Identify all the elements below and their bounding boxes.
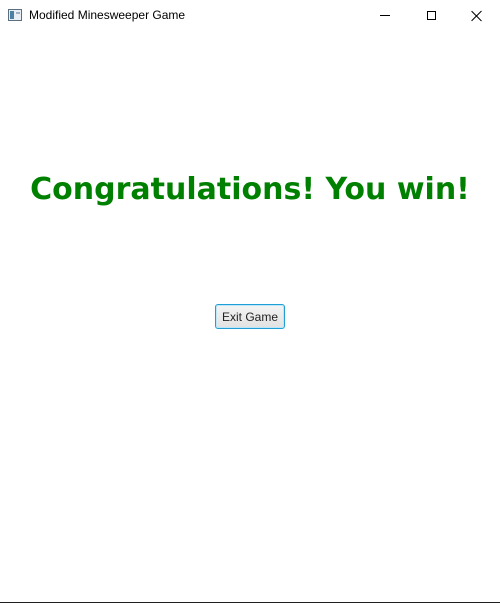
- close-icon: [471, 10, 483, 22]
- window-title: Modified Minesweeper Game: [29, 8, 186, 22]
- maximize-icon: [426, 11, 436, 20]
- app-window-icon: [8, 9, 22, 21]
- minimize-button[interactable]: [362, 0, 408, 31]
- exit-game-button[interactable]: Exit Game: [215, 304, 285, 329]
- win-message: Congratulations! You win!: [30, 172, 470, 207]
- maximize-button[interactable]: [408, 0, 454, 31]
- minimize-icon: [380, 15, 390, 16]
- title-bar[interactable]: Modified Minesweeper Game: [0, 0, 500, 31]
- game-window: Modified Minesweeper Game Congratulation…: [0, 0, 500, 603]
- close-button[interactable]: [454, 0, 500, 31]
